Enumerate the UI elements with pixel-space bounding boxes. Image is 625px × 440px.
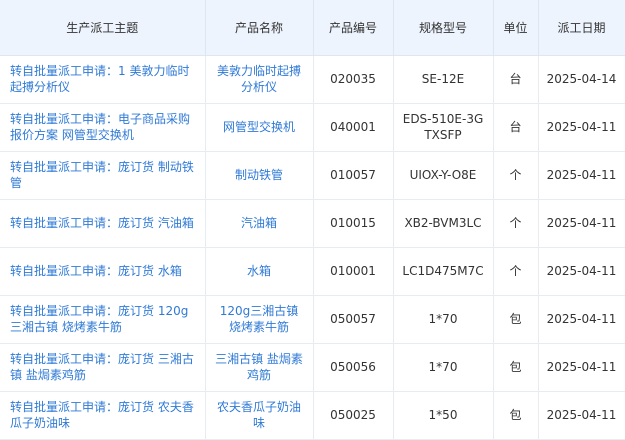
unit: 个 [493,247,539,296]
spec-model: XB2-BVM3LC [393,199,494,248]
dispatch-date: 2025-04-11 [538,391,625,440]
product-name-link[interactable]: 美敦力临时起搏分析仪 [217,64,301,94]
product-name-link[interactable]: 农夫香瓜子奶油味 [217,400,301,430]
product-name-link[interactable]: 汽油箱 [241,216,277,230]
product-name-link[interactable]: 网管型交换机 [223,120,295,134]
unit: 台 [493,103,539,152]
product-code: 050056 [313,343,394,392]
table-row[interactable]: 转自批量派工申请：庞订货 水箱 水箱 010001 LC1D475M7C 个 2… [0,247,625,296]
product-name-link[interactable]: 120g三湘古镇 烧烤素牛筋 [220,304,299,334]
spec-model: 1*50 [393,391,494,440]
dispatch-date: 2025-04-11 [538,103,625,152]
table-row[interactable]: 转自批量派工申请：1 美敦力临时起搏分析仪 美敦力临时起搏分析仪 020035 … [0,55,625,104]
product-code: 010057 [313,151,394,200]
table-body: 转自批量派工申请：1 美敦力临时起搏分析仪 美敦力临时起搏分析仪 020035 … [0,55,625,440]
column-header-subject[interactable]: 生产派工主题 [0,0,206,56]
column-header-dispatch-date[interactable]: 派工日期 [538,0,625,56]
table-row[interactable]: 转自批量派工申请：庞订货 三湘古镇 盐焗素鸡筋 三湘古镇 盐焗素鸡筋 05005… [0,343,625,392]
product-name-link[interactable]: 三湘古镇 盐焗素鸡筋 [215,352,303,382]
unit: 包 [493,343,539,392]
dispatch-subject-link[interactable]: 转自批量派工申请：庞订货 汽油箱 [10,216,194,230]
column-header-unit[interactable]: 单位 [493,0,539,56]
spec-model: LC1D475M7C [393,247,494,296]
dispatch-date: 2025-04-11 [538,199,625,248]
dispatch-date: 2025-04-11 [538,343,625,392]
column-header-product-name[interactable]: 产品名称 [205,0,314,56]
dispatch-date: 2025-04-11 [538,247,625,296]
product-name-link[interactable]: 水箱 [247,264,271,278]
product-code: 020035 [313,55,394,104]
column-header-spec[interactable]: 规格型号 [393,0,494,56]
unit: 个 [493,199,539,248]
dispatch-subject-link[interactable]: 转自批量派工申请：庞订货 水箱 [10,264,182,278]
product-name-link[interactable]: 制动铁管 [235,168,283,182]
spec-model: EDS-510E-3GTXSFP [393,103,494,152]
dispatch-date: 2025-04-11 [538,295,625,344]
table-row[interactable]: 转自批量派工申请：庞订货 农夫香瓜子奶油味 农夫香瓜子奶油味 050025 1*… [0,391,625,440]
product-code: 050025 [313,391,394,440]
table-row[interactable]: 转自批量派工申请：庞订货 制动铁管 制动铁管 010057 UIOX-Y-O8E… [0,151,625,200]
column-header-product-code[interactable]: 产品编号 [313,0,394,56]
dispatch-subject-link[interactable]: 转自批量派工申请：电子商品采购报价方案 网管型交换机 [10,112,190,142]
dispatch-date: 2025-04-14 [538,55,625,104]
table-row[interactable]: 转自批量派工申请：庞订货 120g三湘古镇 烧烤素牛筋 120g三湘古镇 烧烤素… [0,295,625,344]
spec-model: 1*70 [393,295,494,344]
dispatch-subject-link[interactable]: 转自批量派工申请：1 美敦力临时起搏分析仪 [10,64,189,94]
table-row[interactable]: 转自批量派工申请：庞订货 汽油箱 汽油箱 010015 XB2-BVM3LC 个… [0,199,625,248]
unit: 包 [493,295,539,344]
dispatch-subject-link[interactable]: 转自批量派工申请：庞订货 120g三湘古镇 烧烤素牛筋 [10,304,188,334]
table-row[interactable]: 转自批量派工申请：电子商品采购报价方案 网管型交换机 网管型交换机 040001… [0,103,625,152]
dispatch-table: 生产派工主题 产品名称 产品编号 规格型号 单位 派工日期 转自批量派工申请：1… [0,0,625,440]
spec-model: SE-12E [393,55,494,104]
table-header: 生产派工主题 产品名称 产品编号 规格型号 单位 派工日期 [0,0,625,56]
dispatch-subject-link[interactable]: 转自批量派工申请：庞订货 农夫香瓜子奶油味 [10,400,194,430]
unit: 台 [493,55,539,104]
dispatch-subject-link[interactable]: 转自批量派工申请：庞订货 三湘古镇 盐焗素鸡筋 [10,352,194,382]
unit: 个 [493,151,539,200]
unit: 包 [493,391,539,440]
spec-model: UIOX-Y-O8E [393,151,494,200]
product-code: 050057 [313,295,394,344]
product-code: 010001 [313,247,394,296]
product-code: 040001 [313,103,394,152]
product-code: 010015 [313,199,394,248]
dispatch-date: 2025-04-11 [538,151,625,200]
spec-model: 1*70 [393,343,494,392]
dispatch-subject-link[interactable]: 转自批量派工申请：庞订货 制动铁管 [10,160,194,190]
